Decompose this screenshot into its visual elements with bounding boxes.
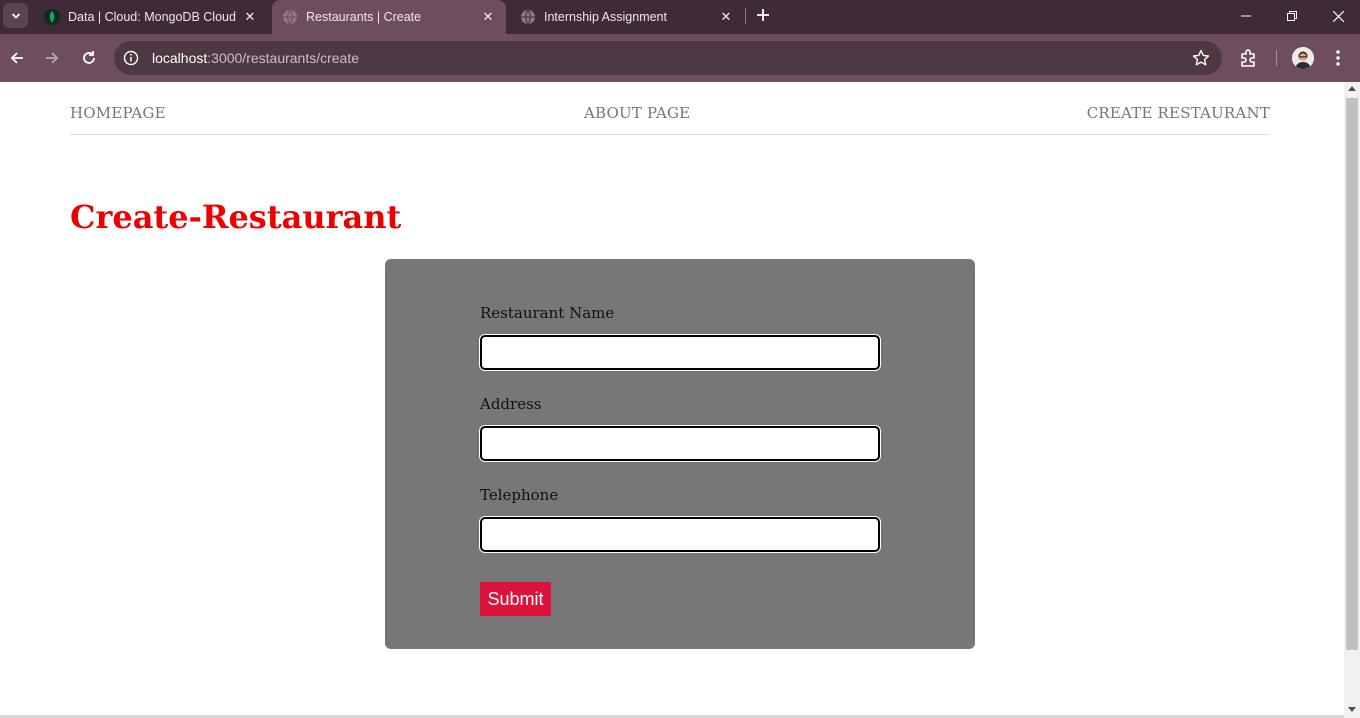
- create-restaurant-form: Restaurant Name Address Telephone Submit: [385, 259, 975, 649]
- scroll-down-arrow-icon[interactable]: [1348, 707, 1356, 712]
- url-path: :3000/restaurants/create: [207, 50, 360, 66]
- three-dots-vertical-icon: [1336, 50, 1340, 66]
- close-tab-icon[interactable]: ✕: [240, 7, 260, 27]
- restaurant-name-input[interactable]: [480, 335, 880, 370]
- address-input[interactable]: [480, 426, 880, 461]
- tab-title: Data | Cloud: MongoDB Cloud: [68, 10, 236, 24]
- scroll-up-arrow-icon[interactable]: [1348, 86, 1356, 91]
- restore-icon: [1287, 11, 1297, 21]
- telephone-label: Telephone: [480, 486, 559, 504]
- browser-menu-button[interactable]: [1328, 47, 1348, 69]
- globe-icon: [520, 9, 536, 25]
- tab-internship[interactable]: Internship Assignment ✕: [510, 0, 744, 34]
- tab-mongodb[interactable]: Data | Cloud: MongoDB Cloud ✕: [34, 0, 268, 34]
- nav-link-create-restaurant[interactable]: CREATE RESTAURANT: [1087, 104, 1270, 122]
- page-viewport: HOMEPAGE ABOUT PAGE CREATE RESTAURANT Cr…: [0, 82, 1344, 718]
- url-text[interactable]: localhost:3000/restaurants/create: [152, 50, 359, 66]
- bookmark-star-icon[interactable]: [1192, 49, 1210, 67]
- tab-separator: [745, 8, 746, 24]
- site-navigation: HOMEPAGE ABOUT PAGE CREATE RESTAURANT: [70, 102, 1270, 135]
- vertical-scrollbar[interactable]: [1344, 82, 1360, 718]
- close-tab-icon[interactable]: ✕: [478, 7, 498, 27]
- mongodb-leaf-icon: [44, 9, 60, 25]
- restore-button[interactable]: [1269, 0, 1315, 32]
- tab-strip: Data | Cloud: MongoDB Cloud ✕ Restaurant…: [0, 0, 1360, 34]
- minimize-button[interactable]: [1223, 0, 1269, 32]
- close-tab-icon[interactable]: ✕: [716, 7, 736, 27]
- arrow-right-icon: [46, 52, 59, 64]
- restaurant-name-label: Restaurant Name: [480, 304, 615, 322]
- telephone-input[interactable]: [480, 517, 880, 552]
- minimize-icon: [1241, 15, 1251, 17]
- browser-toolbar: localhost:3000/restaurants/create: [0, 34, 1360, 82]
- nav-link-about[interactable]: ABOUT PAGE: [584, 104, 690, 122]
- reload-button[interactable]: [75, 44, 103, 72]
- tab-search-button[interactable]: [3, 3, 28, 28]
- chevron-down-icon: [11, 12, 20, 19]
- reload-icon: [83, 51, 95, 64]
- new-tab-button[interactable]: [752, 4, 774, 26]
- address-bar[interactable]: localhost:3000/restaurants/create: [114, 41, 1222, 75]
- address-label: Address: [480, 395, 542, 413]
- toolbar-separator: [1276, 50, 1277, 66]
- close-window-button[interactable]: [1315, 0, 1360, 32]
- site-info-icon[interactable]: [122, 49, 140, 67]
- tab-restaurants-create[interactable]: Restaurants | Create ✕: [272, 0, 506, 34]
- url-host: localhost: [152, 50, 208, 66]
- tab-title: Restaurants | Create: [306, 10, 422, 24]
- scroll-thumb[interactable]: [1346, 98, 1358, 650]
- close-icon: [1332, 10, 1344, 22]
- profile-avatar[interactable]: [1292, 47, 1314, 69]
- forward-button[interactable]: [38, 44, 66, 72]
- extensions-puzzle-icon[interactable]: [1238, 47, 1260, 69]
- arrow-left-icon: [10, 52, 23, 64]
- nav-link-homepage[interactable]: HOMEPAGE: [70, 104, 166, 122]
- page-title: Create-Restaurant: [70, 198, 402, 236]
- globe-icon: [282, 9, 298, 25]
- tab-title: Internship Assignment: [544, 10, 667, 24]
- back-button[interactable]: [3, 44, 31, 72]
- submit-button[interactable]: Submit: [480, 582, 551, 616]
- plus-icon: [757, 9, 769, 21]
